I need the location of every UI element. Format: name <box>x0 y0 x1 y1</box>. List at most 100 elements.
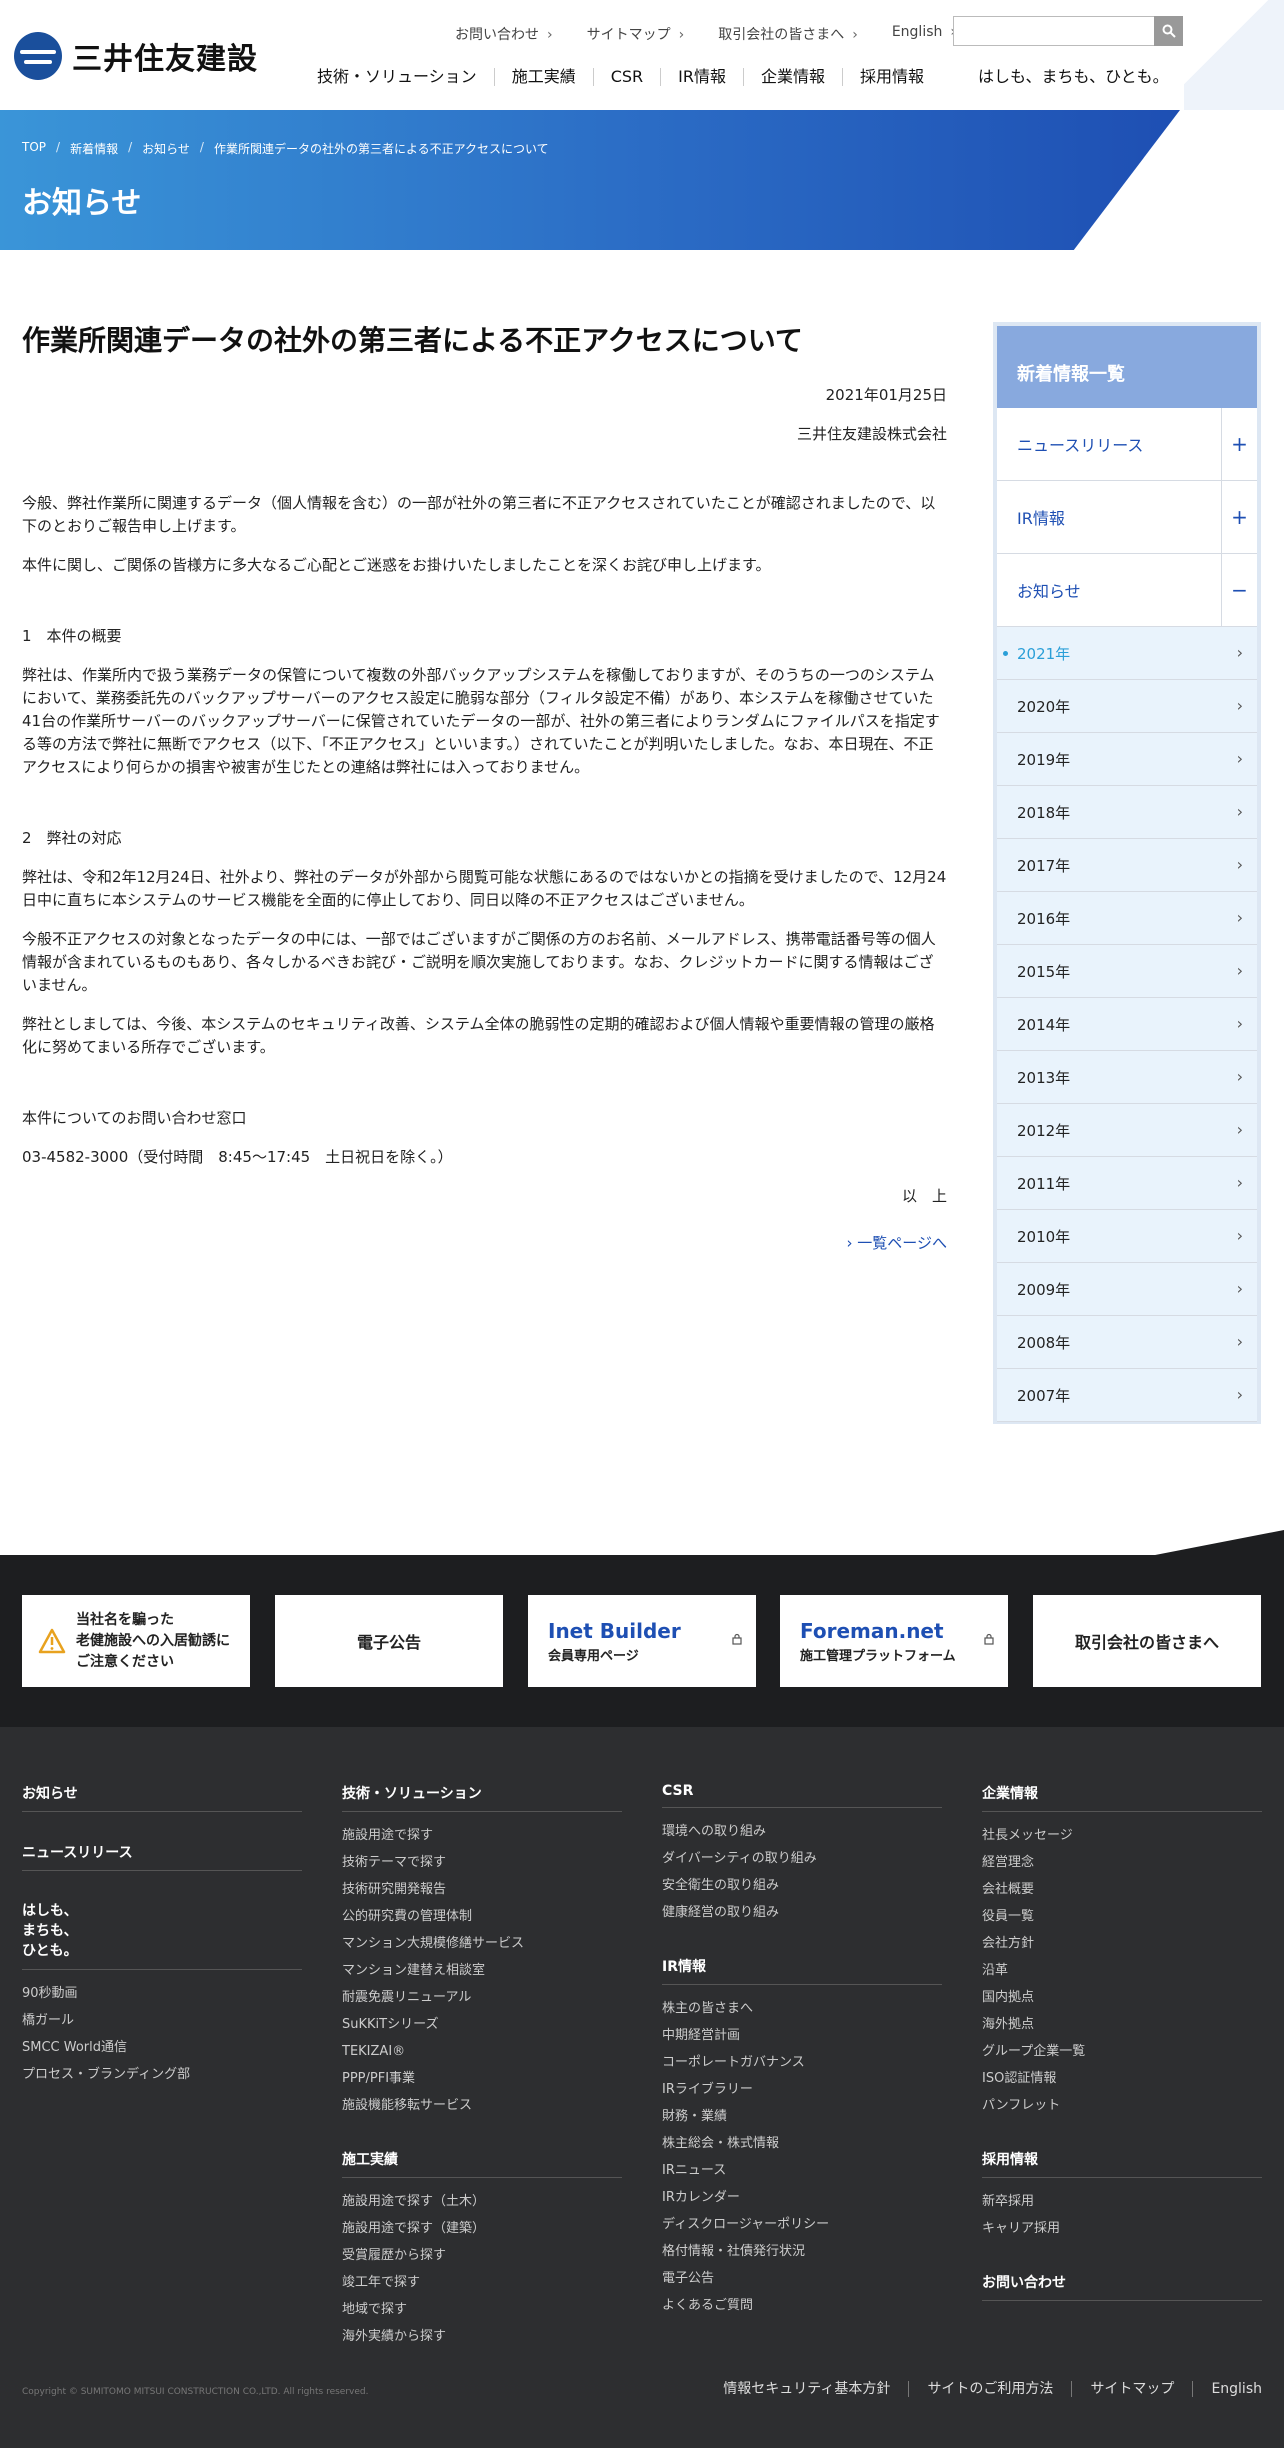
sidebar-year-item[interactable]: 2021年 › <box>997 627 1257 680</box>
footer-link[interactable]: 会社概要 <box>982 1876 1262 1903</box>
footer-link[interactable]: 海外拠点 <box>982 2011 1262 2038</box>
gnav-tagline[interactable]: はしも、まちも、ひとも。 <box>961 68 1186 86</box>
footer-link[interactable]: IRカレンダー <box>662 2184 942 2211</box>
sidebar-cat-notice[interactable]: お知らせ − <box>997 554 1257 627</box>
sidebar-year-item[interactable]: 2010年 › <box>997 1210 1257 1263</box>
footer-link[interactable]: 電子公告 <box>662 2265 942 2292</box>
sidebar-year-item[interactable]: 2019年 › <box>997 733 1257 786</box>
footer-link[interactable]: 技術テーマで探す <box>342 1849 622 1876</box>
footer-link[interactable]: よくあるご質問 <box>662 2292 942 2319</box>
back-to-list-link[interactable]: › 一覧ページへ <box>22 1232 947 1253</box>
sidebar-cat-newsrelease[interactable]: ニュースリリース + <box>997 408 1257 481</box>
minus-icon[interactable]: − <box>1221 554 1257 626</box>
footer-link[interactable]: TEKIZAI® <box>342 2038 622 2065</box>
sidebar-year-item[interactable]: 2011年 › <box>997 1157 1257 1210</box>
footer-heading[interactable]: 採用情報 <box>982 2149 1262 2178</box>
fraud-warning-banner[interactable]: 当社名を騙った 老健施設への入居勧誘に ご注意ください <box>22 1595 250 1687</box>
sidebar-year-item[interactable]: 2009年 › <box>997 1263 1257 1316</box>
footer-link[interactable]: 受賞履歴から探す <box>342 2242 622 2269</box>
plus-icon[interactable]: + <box>1221 408 1257 480</box>
footer-link[interactable]: 沿革 <box>982 1957 1262 1984</box>
sidebar-cat-ir[interactable]: IR情報 + <box>997 481 1257 554</box>
gnav-works[interactable]: 施工実績 <box>493 68 593 86</box>
footer-link[interactable]: 新卒採用 <box>982 2188 1262 2215</box>
gnav-recruit[interactable]: 採用情報 <box>842 68 941 86</box>
footer-link[interactable]: 中期経営計画 <box>662 2022 942 2049</box>
footer-link[interactable]: 格付情報・社債発行状況 <box>662 2238 942 2265</box>
search-input[interactable] <box>953 16 1183 46</box>
footer-link[interactable]: 竣工年で探す <box>342 2269 622 2296</box>
footer-heading[interactable]: お知らせ <box>22 1783 302 1812</box>
util-link-contact[interactable]: お問い合わせ › <box>455 24 553 44</box>
sidebar-year-item[interactable]: 2007年 › <box>997 1369 1257 1422</box>
footer-heading[interactable]: IR情報 <box>662 1956 942 1985</box>
sidebar-year-item[interactable]: 2016年 › <box>997 892 1257 945</box>
gnav-ir[interactable]: IR情報 <box>660 68 743 86</box>
footer-link-site-usage[interactable]: サイトのご利用方法 <box>908 2381 1071 2397</box>
sidebar-year-item[interactable]: 2013年 › <box>997 1051 1257 1104</box>
footer-link[interactable]: ダイバーシティの取り組み <box>662 1845 942 1872</box>
footer-link[interactable]: 健康経営の取り組み <box>662 1899 942 1926</box>
footer-heading[interactable]: はしも、 まちも、 ひとも。 <box>22 1901 302 1970</box>
footer-link[interactable]: 公的研究費の管理体制 <box>342 1903 622 1930</box>
breadcrumb-top[interactable]: TOP <box>22 140 46 157</box>
footer-link[interactable]: 施設用途で探す <box>342 1822 622 1849</box>
footer-link[interactable]: マンション大規模修繕サービス <box>342 1930 622 1957</box>
footer-link[interactable]: IRニュース <box>662 2157 942 2184</box>
sidebar-year-item[interactable]: 2017年 › <box>997 839 1257 892</box>
util-link-english[interactable]: English› <box>892 24 956 44</box>
footer-heading[interactable]: 企業情報 <box>982 1783 1262 1812</box>
footer-heading[interactable]: 施工実績 <box>342 2149 622 2178</box>
sidebar-year-item[interactable]: 2008年 › <box>997 1316 1257 1369</box>
footer-link[interactable]: 財務・業績 <box>662 2103 942 2130</box>
footer-link[interactable]: SuKKiTシリーズ <box>342 2011 622 2038</box>
footer-link[interactable]: 役員一覧 <box>982 1903 1262 1930</box>
footer-link[interactable]: 耐震免震リニューアル <box>342 1984 622 2011</box>
footer-link[interactable]: 会社方針 <box>982 1930 1262 1957</box>
footer-link-sitemap[interactable]: サイトマップ <box>1071 2381 1192 2397</box>
sidebar-year-item[interactable]: 2018年 › <box>997 786 1257 839</box>
footer-heading[interactable]: ニュースリリース <box>22 1842 302 1871</box>
footer-link[interactable]: パンフレット <box>982 2092 1262 2119</box>
footer-link[interactable]: 海外実績から探す <box>342 2323 622 2350</box>
footer-link[interactable]: 90秒動画 <box>22 1980 302 2007</box>
footer-link[interactable]: コーポレートガバナンス <box>662 2049 942 2076</box>
footer-heading[interactable]: お問い合わせ <box>982 2272 1262 2301</box>
breadcrumb-notice[interactable]: お知らせ <box>142 140 190 157</box>
footer-heading[interactable]: CSR <box>662 1783 942 1808</box>
footer-link[interactable]: プロセス・ブランディング部 <box>22 2061 302 2088</box>
footer-link[interactable]: 安全衛生の取り組み <box>662 1872 942 1899</box>
footer-link[interactable]: 社長メッセージ <box>982 1822 1262 1849</box>
footer-link[interactable]: マンション建替え相談室 <box>342 1957 622 1984</box>
sidebar-year-item[interactable]: 2015年 › <box>997 945 1257 998</box>
footer-link[interactable]: 施設用途で探す（土木） <box>342 2188 622 2215</box>
footer-link-english[interactable]: English <box>1192 2381 1262 2397</box>
footer-link[interactable]: 株主の皆さまへ <box>662 1995 942 2022</box>
footer-link[interactable]: キャリア採用 <box>982 2215 1262 2242</box>
footer-link[interactable]: 橋ガール <box>22 2007 302 2034</box>
footer-link[interactable]: 経営理念 <box>982 1849 1262 1876</box>
footer-link[interactable]: 環境への取り組み <box>662 1818 942 1845</box>
footer-link[interactable]: 技術研究開発報告 <box>342 1876 622 1903</box>
footer-link[interactable]: 株主総会・株式情報 <box>662 2130 942 2157</box>
footer-link[interactable]: IRライブラリー <box>662 2076 942 2103</box>
footer-link-security-policy[interactable]: 情報セキュリティ基本方針 <box>705 2381 908 2397</box>
sidebar-year-item[interactable]: 2014年 › <box>997 998 1257 1051</box>
site-logo[interactable]: 三井住友建設 <box>14 32 258 80</box>
footer-heading[interactable]: 技術・ソリューション <box>342 1783 622 1812</box>
util-link-partners[interactable]: 取引会社の皆さまへ › <box>718 24 858 44</box>
partners-banner[interactable]: 取引会社の皆さまへ <box>1033 1595 1261 1687</box>
footer-link[interactable]: ディスクロージャーポリシー <box>662 2211 942 2238</box>
footer-link[interactable]: SMCC World通信 <box>22 2034 302 2061</box>
footer-link[interactable]: 施設用途で探す（建築） <box>342 2215 622 2242</box>
sidebar-year-item[interactable]: 2012年 › <box>997 1104 1257 1157</box>
gnav-company[interactable]: 企業情報 <box>743 68 842 86</box>
footer-link[interactable]: PPP/PFI事業 <box>342 2065 622 2092</box>
e-koukoku-banner[interactable]: 電子公告 <box>275 1595 503 1687</box>
footer-link[interactable]: 地域で探す <box>342 2296 622 2323</box>
inet-builder-banner[interactable]: Inet Builder 会員専用ページ <box>528 1595 756 1687</box>
sidebar-year-item[interactable]: 2020年 › <box>997 680 1257 733</box>
footer-link[interactable]: 施設機能移転サービス <box>342 2092 622 2119</box>
util-link-sitemap[interactable]: サイトマップ › <box>587 24 685 44</box>
foreman-banner[interactable]: Foreman.net 施工管理プラットフォーム <box>780 1595 1008 1687</box>
